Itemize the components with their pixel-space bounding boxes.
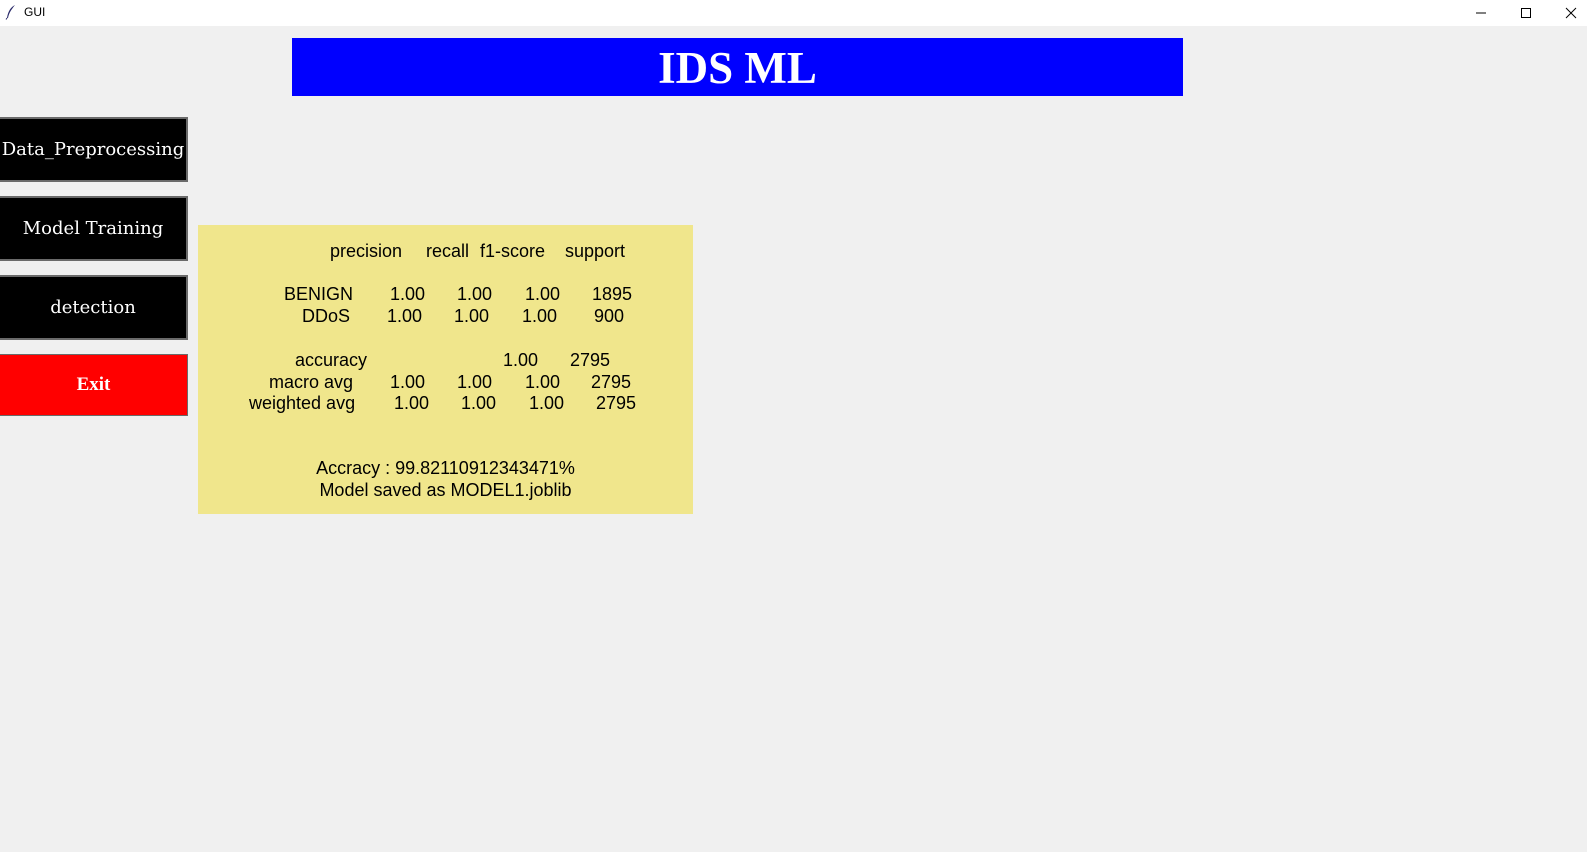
ddos-support: 900	[594, 306, 625, 326]
exit-button[interactable]: Exit	[0, 354, 188, 416]
accuracy-support: 2795	[570, 350, 611, 370]
col-header-support: support	[565, 241, 626, 261]
macro-recall: 1.00	[457, 372, 493, 392]
accuracy-f1: 1.00	[503, 350, 539, 370]
row-label-weighted-avg: weighted avg	[249, 393, 356, 413]
weighted-support: 2795	[596, 393, 637, 413]
weighted-recall: 1.00	[461, 393, 497, 413]
macro-support: 2795	[591, 372, 632, 392]
minimize-icon	[1476, 12, 1486, 14]
maximize-icon	[1521, 8, 1531, 18]
classification-report-panel: precision recall f1-score support BENIGN…	[198, 225, 693, 514]
col-header-recall: recall	[426, 241, 470, 261]
row-label-accuracy: accuracy	[295, 350, 368, 370]
app-window: GUI IDS ML Data_Preprocessing Model Trai…	[0, 0, 1587, 852]
col-header-f1-score: f1-score	[480, 241, 546, 261]
benign-f1: 1.00	[525, 284, 561, 304]
model-training-button[interactable]: Model Training	[0, 196, 188, 261]
benign-precision: 1.00	[390, 284, 426, 304]
ddos-f1: 1.00	[522, 306, 558, 326]
weighted-precision: 1.00	[394, 393, 430, 413]
macro-f1: 1.00	[525, 372, 561, 392]
benign-recall: 1.00	[457, 284, 493, 304]
app-title: IDS ML	[658, 42, 817, 93]
feather-icon	[5, 5, 15, 20]
ddos-precision: 1.00	[387, 306, 423, 326]
macro-precision: 1.00	[390, 372, 426, 392]
window-title: GUI	[24, 5, 46, 19]
accuracy-summary: Accracy : 99.82110912343471%	[316, 458, 575, 478]
ddos-recall: 1.00	[454, 306, 490, 326]
col-header-precision: precision	[330, 241, 403, 261]
row-label-ddos: DDoS	[302, 306, 351, 326]
maximize-button[interactable]	[1503, 0, 1549, 26]
weighted-f1: 1.00	[529, 393, 565, 413]
row-label-macro-avg: macro avg	[269, 372, 354, 392]
row-label-benign: BENIGN	[284, 284, 354, 304]
model-saved-message: Model saved as MODEL1.joblib	[319, 480, 572, 500]
detection-button[interactable]: detection	[0, 275, 188, 340]
title-bar[interactable]: GUI	[0, 0, 1587, 26]
benign-support: 1895	[592, 284, 633, 304]
header-banner: IDS ML	[292, 38, 1183, 96]
close-button[interactable]	[1548, 0, 1587, 26]
data-preprocessing-button[interactable]: Data_Preprocessing	[0, 117, 188, 182]
minimize-button[interactable]	[1458, 0, 1504, 26]
close-icon	[1565, 7, 1577, 19]
